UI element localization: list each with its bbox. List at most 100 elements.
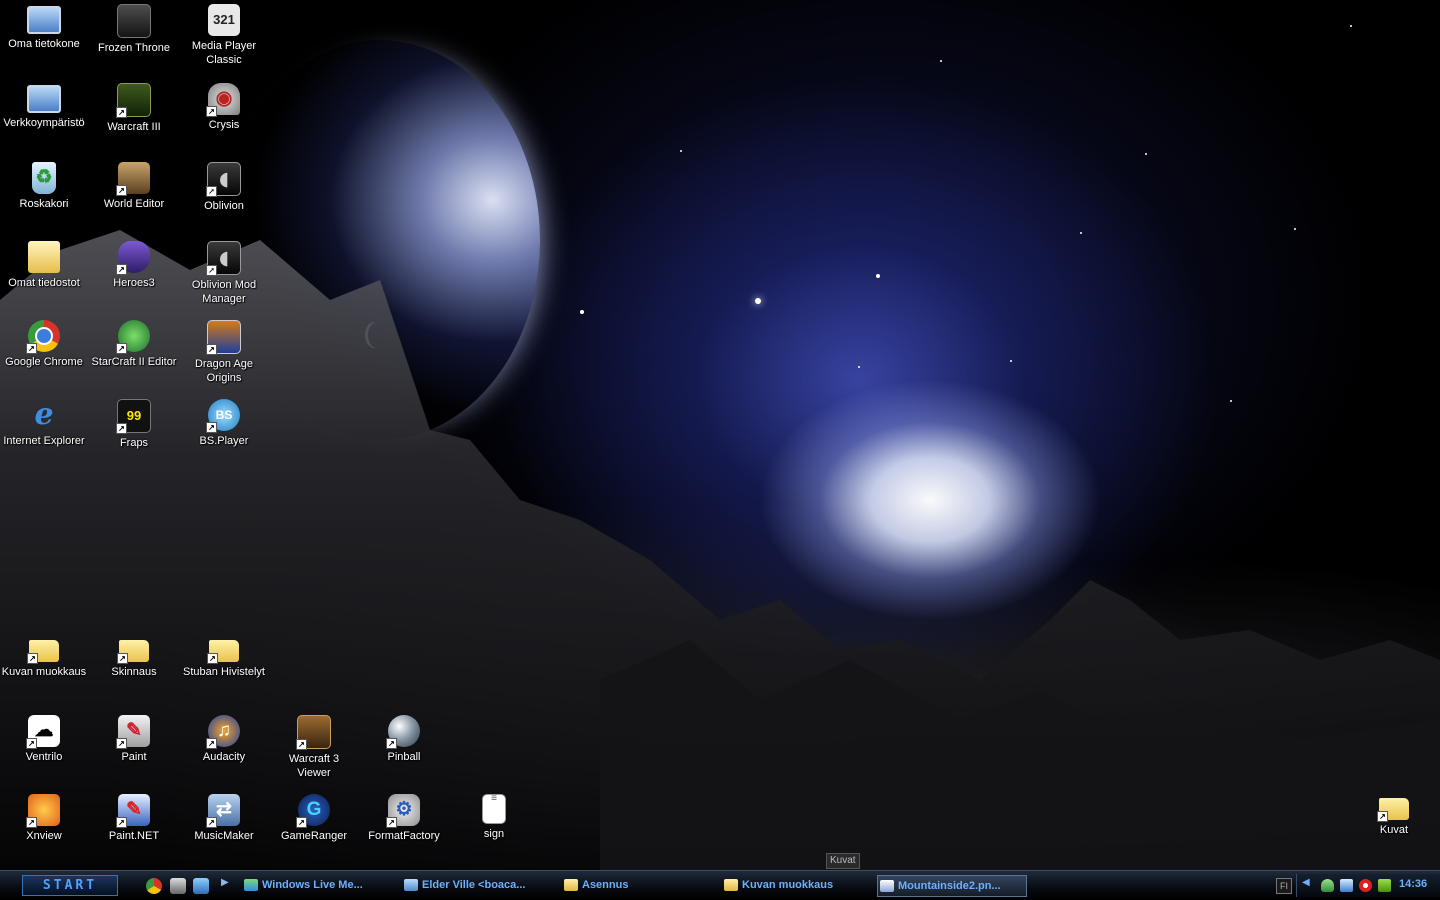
desktop-icon-label: Stuban Hivistelyt [183,666,265,678]
icon-glyph: ⚙ [395,799,413,820]
desktop-icon-google-chrome[interactable]: ↗ Google Chrome [0,316,89,394]
desktop-icon-paint-net[interactable]: ✎ ↗ Paint.NET [89,790,179,868]
desktop-icon-kuvat[interactable]: ↗ Kuvat [1349,790,1439,868]
desktop-icon-label: MusicMaker [194,830,254,842]
desktop-icon-label: Dragon Age Origins [194,358,254,384]
desktop-icon-heroes3[interactable]: ↗ Heroes3 [89,237,179,315]
icon-glyph: 99 [126,408,142,423]
shortcut-arrow-icon: ↗ [206,265,217,276]
desktop-icon-label: Google Chrome [5,356,83,368]
desktop-icon-label: Roskakori [19,198,69,210]
desktop-icon-label: Paint.NET [108,830,160,842]
language-indicator[interactable]: FI [1276,878,1292,894]
security-icon[interactable] [1359,879,1372,892]
desktop-icon-fraps[interactable]: 99 ↗ Fraps [89,395,179,473]
paint-net-icon: ✎ ↗ [116,794,150,828]
desktop-icon-label: Oblivion Mod Manager [191,279,257,305]
icon-glyph: ☁ [34,720,54,741]
desktop-icon-label: Warcraft 3 Viewer [288,753,340,779]
desktop-icon-skinnaus[interactable]: ↗ Skinnaus [89,632,179,710]
desktop-icon-formatfactory[interactable]: ⚙ ↗ FormatFactory [359,790,449,868]
shortcut-arrow-icon: ↗ [206,186,217,197]
icon-glyph: 321 [213,12,235,27]
desktop-icon-xnview[interactable]: ↗ Xnview [0,790,89,868]
icon-glyph: ♫ [216,720,232,741]
task-button-asennus[interactable]: Asennus [562,875,712,897]
quick-launch-chrome-icon[interactable] [146,878,162,894]
shortcut-arrow-icon: ↗ [116,343,127,354]
desktop-icon-ventrilo[interactable]: ☁ ↗ Ventrilo [0,711,89,789]
network-places-icon [27,85,61,113]
desktop-icon-label: Fraps [119,437,149,449]
recycle-bin-icon: ♻ [32,162,56,194]
desktop-icon-musicmaker[interactable]: ⇄ ↗ MusicMaker [179,790,269,868]
pinball-icon: ↗ [386,715,420,749]
messenger-icon [244,879,258,891]
network-icon[interactable] [1340,879,1353,892]
desktop-icon-oblivion-mod-manager[interactable]: ◖ ↗ Oblivion Mod Manager [179,237,269,315]
frozen-throne-icon [117,4,151,38]
desktop-icon-label: GameRanger [280,830,348,842]
crysis-icon: ◉ ↗ [206,83,240,117]
shortcut-arrow-icon: ↗ [386,738,397,749]
shortcut-arrow-icon: ↗ [26,343,37,354]
folder-icon: ↗ [1377,798,1409,822]
desktop-icon-dragon-age-origins[interactable]: ↗ Dragon Age Origins [179,316,269,394]
desktop-icon-stuban-hivistelyt[interactable]: ↗ Stuban Hivistelyt [179,632,269,710]
clock[interactable]: 14:36 [1399,878,1427,890]
desktop-icon-warcraft-iii[interactable]: ↗ Warcraft III [89,79,179,157]
shortcut-arrow-icon: ↗ [116,817,127,828]
task-button-elder-ville[interactable]: Elder Ville <boaca... [402,875,552,897]
desktop-icon-starcraft-ii-editor[interactable]: ↗ StarCraft II Editor [89,316,179,394]
icon-glyph: ◖ [218,247,229,269]
users-icon[interactable] [1321,879,1334,892]
desktop-icon-roskakori[interactable]: ♻ Roskakori [0,158,89,236]
desktop-icon-media-player-classic[interactable]: 321 Media Player Classic [179,0,269,78]
quick-launch-expand-icon[interactable]: ▶ [221,877,229,888]
desktop-icon-warcraft-3-viewer[interactable]: ↗ Warcraft 3 Viewer [269,711,359,789]
task-button-kuvan-muokkaus[interactable]: Kuvan muokkaus [722,875,872,897]
icon-glyph: ◉ [215,88,233,109]
desktop-icon-omat-tiedostot[interactable]: Omat tiedostot [0,237,89,315]
quick-launch-game-icon[interactable] [170,878,186,894]
image-viewer-icon [880,880,894,892]
desktop-icon-kuvan-muokkaus[interactable]: ↗ Kuvan muokkaus [0,632,89,710]
desktop-icon-label: Skinnaus [111,666,157,678]
desktop-icon-oblivion[interactable]: ◖ ↗ Oblivion [179,158,269,236]
task-button-windows-live-messenger[interactable]: Windows Live Me... [242,875,392,897]
desktop-icon-label: FormatFactory [368,830,440,842]
desktop-icon-audacity[interactable]: ♫ ↗ Audacity [179,711,269,789]
ventrilo-icon: ☁ ↗ [26,715,60,749]
icon-glyph: e [34,397,54,432]
desktop-icon-bs-player[interactable]: BS ↗ BS.Player [179,395,269,473]
nvidia-icon[interactable] [1378,879,1391,892]
desktop-icon-crysis[interactable]: ◉ ↗ Crysis [179,79,269,157]
quick-launch-network-icon[interactable] [193,878,209,894]
icon-glyph: ✎ [126,720,142,741]
shortcut-arrow-icon: ↗ [296,739,307,750]
desktop-icon-world-editor[interactable]: ↗ World Editor [89,158,179,236]
desktop-icon-internet-explorer[interactable]: e Internet Explorer [0,395,89,473]
tray-expand-icon[interactable]: ◀ [1302,877,1310,888]
desktop-icon-paint[interactable]: ✎ ↗ Paint [89,711,179,789]
desktop-icon-verkkoympäristö[interactable]: Verkkoympäristö [0,79,89,157]
start-button[interactable]: START [22,875,118,896]
desktop-icon-oma-tietokone[interactable]: Oma tietokone [0,0,89,78]
paint-icon: ✎ ↗ [116,715,150,749]
task-button-mountainside2[interactable]: Mountainside2.pn... [877,875,1027,897]
desktop-icon-sign[interactable]: ≡ sign [449,790,539,868]
desktop-icon-frozen-throne[interactable]: Frozen Throne [89,0,179,78]
heroes3-icon: ↗ [116,241,150,275]
shortcut-arrow-icon: ↗ [116,738,127,749]
shortcut-arrow-icon: ↗ [386,817,397,828]
desktop-icon-label: Frozen Throne [98,42,170,54]
task-button-label: Windows Live Me... [262,879,363,891]
shortcut-arrow-icon: ↗ [206,106,217,117]
desktop-icon-gameranger[interactable]: G ↗ GameRanger [269,790,359,868]
desktop-icon-label: Pinball [387,751,421,763]
dragon-age-origins-icon: ↗ [206,320,241,355]
folder-icon [564,879,578,891]
desktop-icon-pinball[interactable]: ↗ Pinball [359,711,449,789]
system-tray: ◀ 14:36 [1296,874,1440,897]
shortcut-arrow-icon: ↗ [207,653,218,664]
